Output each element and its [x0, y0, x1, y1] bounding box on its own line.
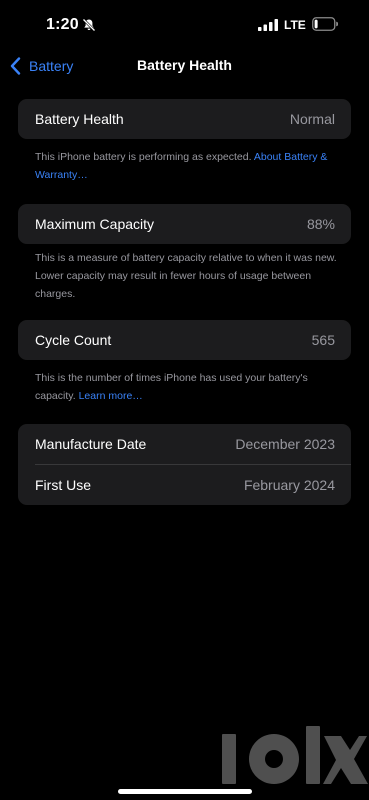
maximum-capacity-value: 88% — [306, 216, 335, 232]
battery-health-card: Battery Health Normal — [18, 99, 351, 139]
cycle-count-label: Cycle Count — [35, 332, 112, 348]
battery-icon — [312, 17, 338, 31]
battery-health-row: Battery Health Normal — [18, 99, 351, 139]
first-use-value: February 2024 — [243, 477, 335, 493]
battery-health-note: This iPhone battery is performing as exp… — [35, 151, 252, 163]
manufacture-date-value: December 2023 — [235, 436, 335, 452]
battery-health-footnote: This iPhone battery is performing as exp… — [35, 148, 341, 184]
cycle-count-footnote: This is the number of times iPhone has u… — [35, 369, 341, 405]
cycle-count-note: This is the number of times iPhone has u… — [35, 372, 308, 402]
page-title: Battery Health — [137, 57, 232, 73]
status-bar: 1:20 LTE — [0, 0, 369, 48]
network-type: LTE — [284, 18, 306, 32]
first-use-label: First Use — [35, 477, 91, 493]
maximum-capacity-footnote: This is a measure of battery capacity re… — [35, 252, 337, 300]
cycle-count-value: 565 — [311, 332, 335, 348]
status-time: 1:20 — [46, 16, 79, 33]
first-use-row: First Use February 2024 — [18, 465, 351, 505]
manufacture-date-row: Manufacture Date December 2023 — [18, 424, 351, 464]
learn-more-link[interactable]: Learn more… — [79, 390, 143, 402]
bell-slash-icon — [82, 18, 96, 32]
dates-card: Manufacture Date December 2023 First Use… — [18, 424, 351, 505]
olx-watermark-logo — [222, 726, 368, 784]
cycle-count-card: Cycle Count 565 — [18, 320, 351, 360]
maximum-capacity-card: Maximum Capacity 88% — [18, 204, 351, 244]
manufacture-date-label: Manufacture Date — [35, 436, 147, 452]
maximum-capacity-label: Maximum Capacity — [35, 216, 155, 232]
cycle-count-row: Cycle Count 565 — [18, 320, 351, 360]
maximum-capacity-row: Maximum Capacity 88% — [18, 204, 351, 244]
home-indicator[interactable] — [118, 789, 252, 794]
battery-health-label: Battery Health — [35, 111, 124, 127]
battery-health-value: Normal — [289, 111, 335, 127]
cellular-signal-icon — [258, 19, 278, 31]
